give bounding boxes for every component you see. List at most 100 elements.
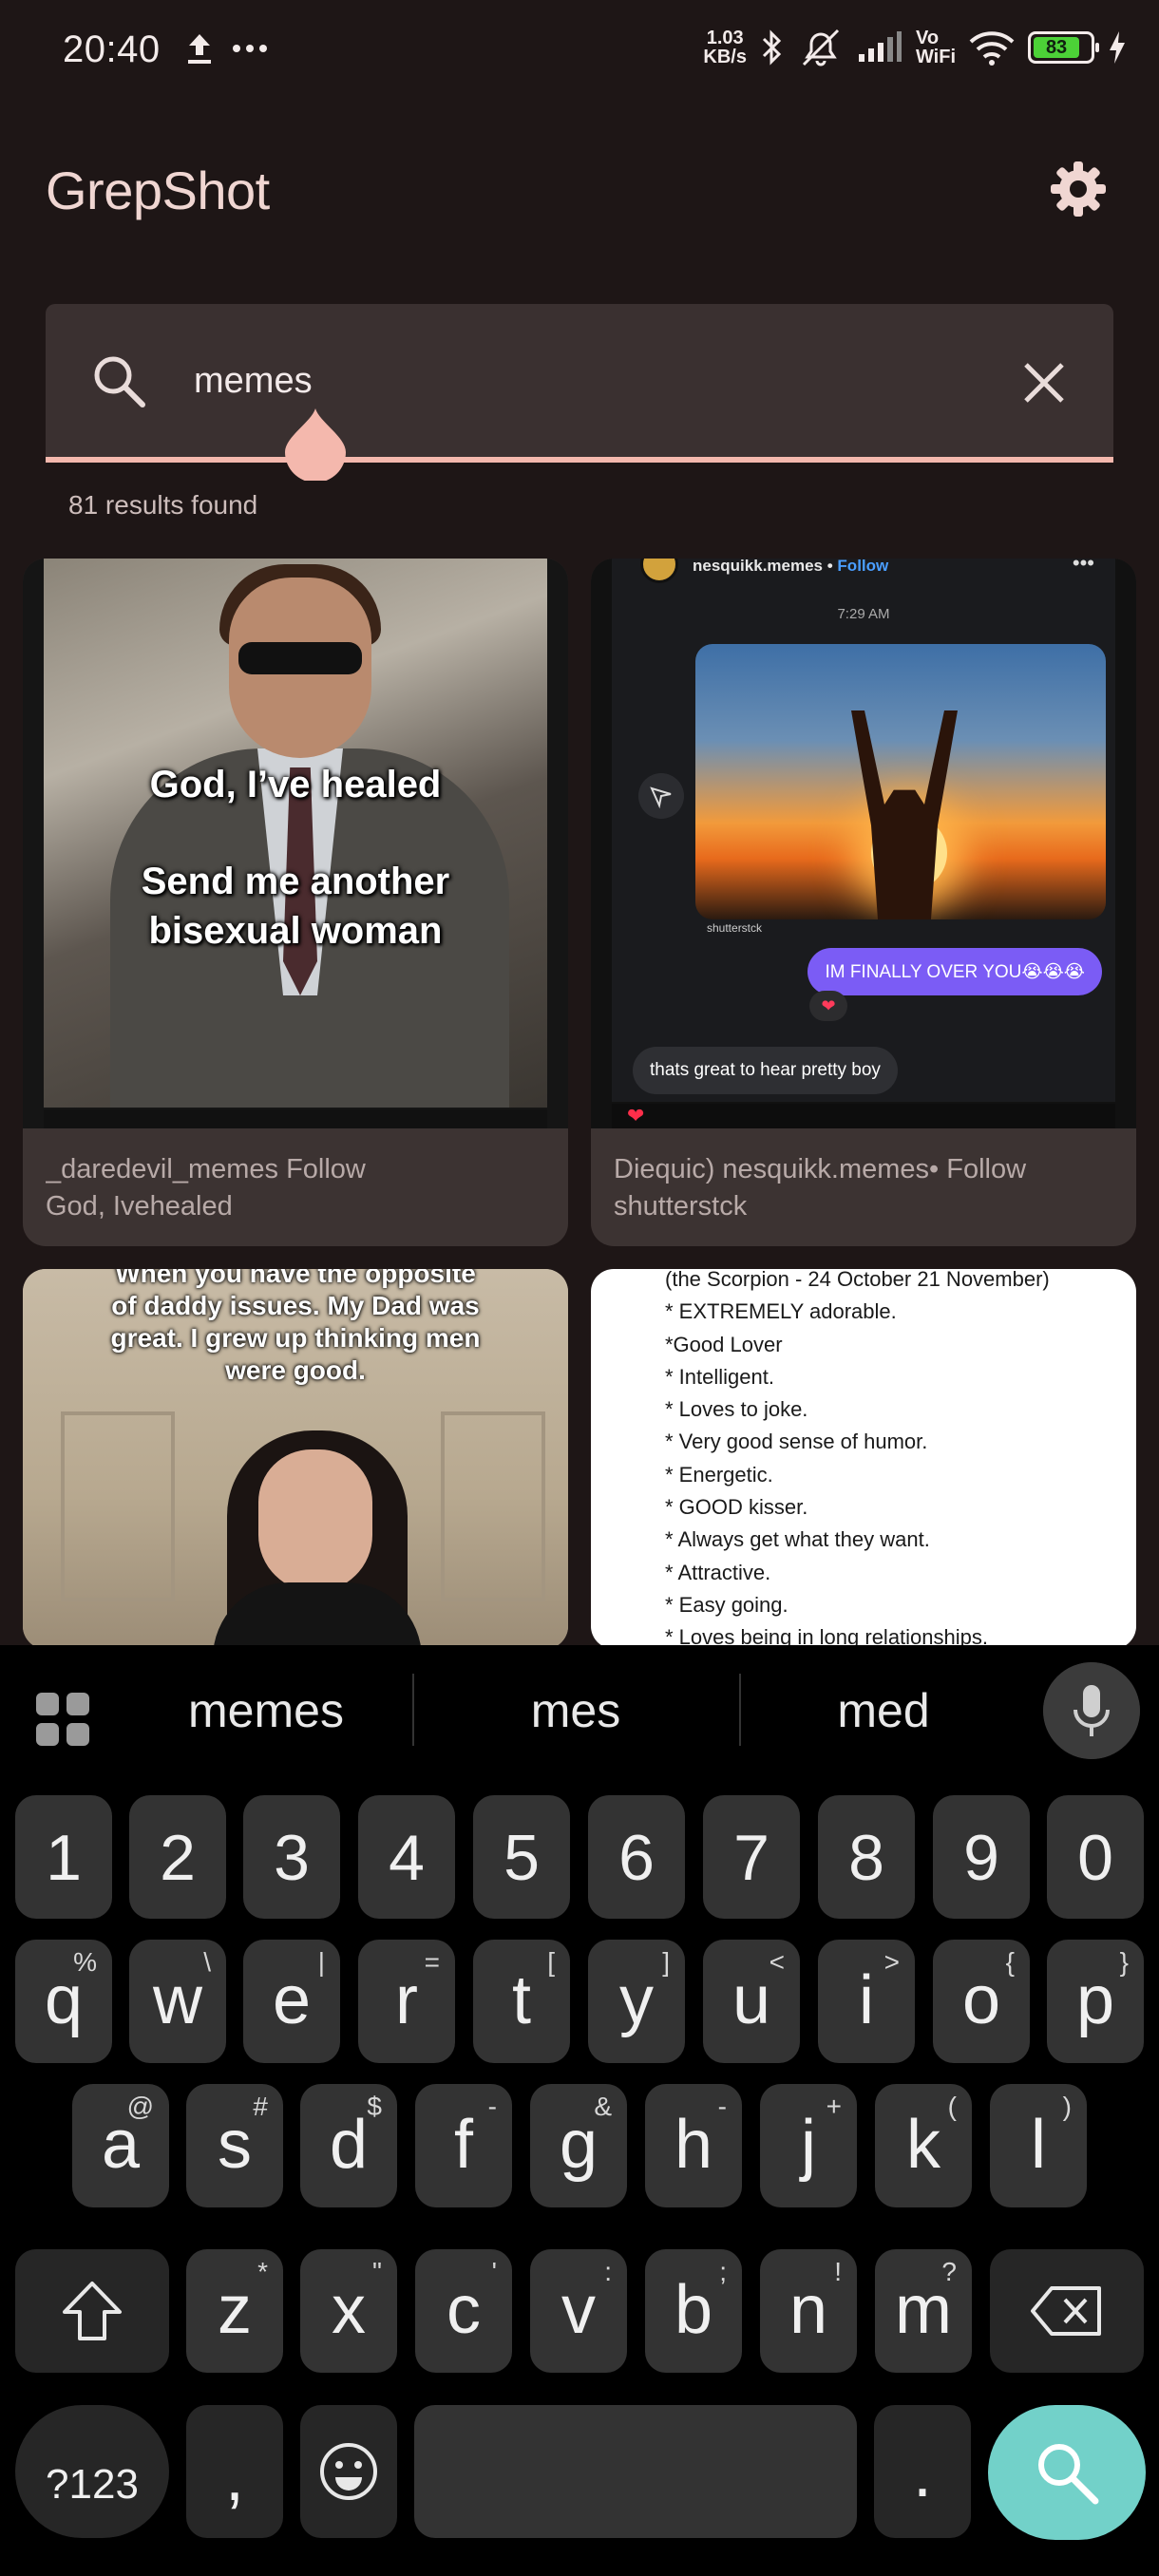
meme-caption: of daddy issues. My Dad was: [111, 1291, 480, 1320]
card-caption: _daredevil_memes Follow God, Ivehealed: [46, 1154, 366, 1222]
key-n[interactable]: ! n: [760, 2249, 857, 2373]
message-bubble: IM FINALLY OVER YOU😭😭😭: [808, 948, 1102, 995]
meme-caption: God, I’ve healed: [149, 764, 442, 805]
key-7[interactable]: 7: [703, 1795, 800, 1919]
key-j[interactable]: + j: [760, 2084, 857, 2207]
key-1[interactable]: 1: [15, 1795, 112, 1919]
more-dots-icon: [233, 45, 267, 52]
horoscope-text: (the Scorpion - 24 October 21 November) …: [665, 1269, 1050, 1649]
app-title: GrepShot: [46, 161, 270, 220]
suggestion-1[interactable]: memes: [152, 1683, 380, 1738]
message-bubble: thats great to hear pretty boy: [633, 1047, 898, 1094]
search-field[interactable]: memes: [46, 304, 1113, 462]
key-3[interactable]: 3: [243, 1795, 340, 1919]
screenshot-thumbnail: God, I’ve healed Send me another bisexua…: [23, 559, 568, 1128]
emoji-key[interactable]: [300, 2405, 397, 2538]
key-c[interactable]: ' c: [415, 2249, 512, 2373]
symbols-key[interactable]: ?123: [15, 2405, 169, 2538]
backspace-icon: [1031, 2286, 1101, 2336]
close-icon[interactable]: [1018, 357, 1070, 408]
meme-photo: God, I’ve healed Send me another bisexua…: [44, 559, 547, 1108]
suggestion-strip: memes mes med: [0, 1645, 1159, 1774]
meme-caption: Send me another: [141, 861, 450, 902]
gear-icon[interactable]: [1049, 160, 1108, 218]
key-l[interactable]: ) l: [990, 2084, 1087, 2207]
result-card[interactable]: When you have the opposite of daddy issu…: [23, 1269, 568, 1649]
key-k[interactable]: (k: [875, 2084, 972, 2207]
results-count: 81 results found: [68, 490, 258, 520]
text-cursor-handle[interactable]: [285, 408, 346, 481]
key-8[interactable]: 8: [818, 1795, 915, 1919]
signal-icon: [858, 31, 902, 62]
apps-grid-icon[interactable]: [34, 1691, 91, 1748]
key-m[interactable]: ? m: [875, 2249, 972, 2373]
result-card[interactable]: nesquikk.memes • Follow ••• 7:29 AM shut…: [591, 559, 1136, 1246]
key-5[interactable]: 5: [473, 1795, 570, 1919]
meme-caption: When you have the opposite: [115, 1269, 476, 1288]
meme-caption: great. I grew up thinking men: [110, 1323, 481, 1353]
key-w[interactable]: \ w: [129, 1940, 226, 2063]
key-x[interactable]: " x: [300, 2249, 397, 2373]
avatar: [640, 559, 678, 583]
result-card[interactable]: (the Scorpion - 24 October 21 November) …: [591, 1269, 1136, 1649]
suggestion-3[interactable]: med: [770, 1683, 998, 1738]
key-v[interactable]: :v: [530, 2249, 627, 2373]
status-bar: 20:40 1.03 KB/s Vo WiFi 83: [0, 0, 1159, 104]
search-input[interactable]: memes: [194, 361, 313, 402]
microphone-icon[interactable]: [1043, 1662, 1140, 1759]
shift-key[interactable]: [15, 2249, 169, 2373]
key-4[interactable]: 4: [358, 1795, 455, 1919]
key-p[interactable]: } p: [1047, 1940, 1144, 2063]
key-f[interactable]: -f: [415, 2084, 512, 2207]
upload-icon: [188, 34, 211, 64]
network-speed: 1.03 KB/s: [703, 28, 747, 67]
backspace-key[interactable]: [990, 2249, 1144, 2373]
vowifi-label: Vo WiFi: [915, 28, 956, 67]
key-i[interactable]: > i: [818, 1940, 915, 2063]
key-6[interactable]: 6: [588, 1795, 685, 1919]
key-t[interactable]: [t: [473, 1940, 570, 2063]
mute-icon: [802, 28, 840, 66]
search-underline: [46, 457, 1113, 463]
heart-icon: ❤: [627, 1104, 645, 1127]
send-icon: [638, 773, 684, 819]
key-0[interactable]: 0: [1047, 1795, 1144, 1919]
heart-icon: ❤: [809, 991, 847, 1021]
key-r[interactable]: = r: [358, 1940, 455, 2063]
comma-key[interactable]: ,: [186, 2405, 283, 2538]
key-y[interactable]: ] y: [588, 1940, 685, 2063]
result-card[interactable]: God, I’ve healed Send me another bisexua…: [23, 559, 568, 1246]
search-icon: [94, 356, 145, 407]
search-submit-button[interactable]: [988, 2405, 1146, 2540]
battery-level: 83: [1034, 37, 1080, 58]
sunset-photo: [695, 644, 1106, 919]
meme-caption: bisexual woman: [148, 910, 443, 952]
meme-photo: When you have the opposite of daddy issu…: [23, 1269, 568, 1649]
suggestion-2[interactable]: mes: [462, 1683, 690, 1738]
key-u[interactable]: < u: [703, 1940, 800, 2063]
meme-caption: were good.: [225, 1355, 366, 1385]
bluetooth-icon: [762, 29, 782, 66]
key-d[interactable]: $ d: [300, 2084, 397, 2207]
key-q[interactable]: % q: [15, 1940, 112, 2063]
message-time: 7:29 AM: [837, 606, 890, 622]
key-a[interactable]: @ a: [72, 2084, 169, 2207]
ig-handle: nesquikk.memes • Follow: [693, 559, 889, 575]
more-dots-icon: •••: [1072, 559, 1094, 575]
period-key[interactable]: .: [874, 2405, 971, 2538]
key-s[interactable]: # s: [186, 2084, 283, 2207]
charging-icon: [1110, 31, 1125, 64]
key-o[interactable]: {o: [933, 1940, 1030, 2063]
emoji-icon: [320, 2443, 377, 2500]
key-g[interactable]: & g: [530, 2084, 627, 2207]
key-z[interactable]: * z: [186, 2249, 283, 2373]
key-e[interactable]: | e: [243, 1940, 340, 2063]
key-2[interactable]: 2: [129, 1795, 226, 1919]
key-h[interactable]: -h: [645, 2084, 742, 2207]
search-icon: [1038, 2444, 1099, 2505]
wifi-icon: [969, 31, 1015, 66]
key-9[interactable]: 9: [933, 1795, 1030, 1919]
shift-icon: [63, 2282, 122, 2340]
key-b[interactable]: ; b: [645, 2249, 742, 2373]
space-key[interactable]: [414, 2405, 857, 2538]
